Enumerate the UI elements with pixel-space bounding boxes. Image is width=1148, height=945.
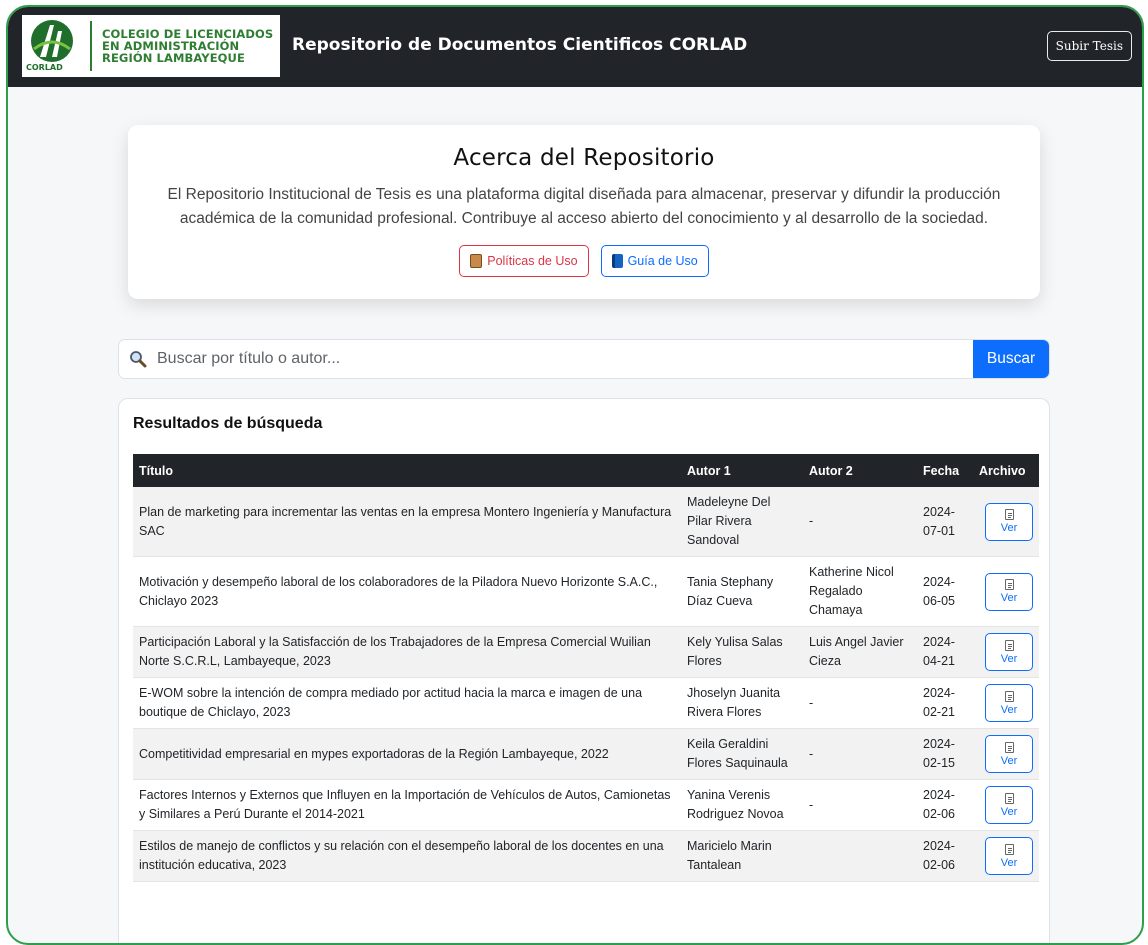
cell-titulo: Estilos de manejo de conflictos y su rel… <box>133 830 681 882</box>
ver-button[interactable]: Ver <box>985 633 1033 671</box>
cell-fecha: 2024-02-06 <box>917 779 973 831</box>
cell-autor-1: Madeleyne Del Pilar Rivera Sandoval <box>681 487 803 557</box>
results-table: Título Autor 1 Autor 2 Fecha Archivo Pla… <box>133 454 1039 882</box>
cell-archivo: Ver <box>973 556 1039 627</box>
about-text: El Repositorio Institucional de Tesis es… <box>167 186 1001 227</box>
cell-archivo: Ver <box>973 830 1039 882</box>
about-title: Acerca del Repositorio <box>453 145 715 171</box>
search-bar: Buscar <box>118 339 1050 379</box>
column-header-autor-1: Autor 1 <box>681 454 803 487</box>
about-card: Acerca del Repositorio El Repositorio In… <box>128 125 1040 299</box>
column-header-titulo: Título <box>133 454 681 487</box>
subir-tesis-button[interactable]: Subir Tesis <box>1046 31 1132 61</box>
buscar-button[interactable]: Buscar <box>973 340 1049 378</box>
ver-label: Ver <box>1000 805 1018 818</box>
ver-label: Ver <box>1000 652 1018 665</box>
document-icon <box>1004 741 1014 753</box>
politicas-de-uso-button[interactable]: Políticas de Uso <box>459 245 589 277</box>
politicas-de-uso-label: Políticas de Uso <box>487 254 578 268</box>
cell-fecha: 2024-07-01 <box>917 487 973 557</box>
cell-autor-1: Keila Geraldini Flores Saquinaula <box>681 728 803 780</box>
table-row: Plan de marketing para incrementar las v… <box>133 487 1039 557</box>
document-icon <box>1004 639 1014 651</box>
table-row: Competitividad empresarial en mypes expo… <box>133 728 1039 780</box>
document-icon <box>1004 792 1014 804</box>
ver-button[interactable]: Ver <box>985 786 1033 824</box>
navbar: CORLAD COLEGIO DE LICENCIADOS EN ADMINIS… <box>8 7 1142 87</box>
cell-fecha: 2024-02-06 <box>917 830 973 882</box>
cell-autor-1: Maricielo Marin Tantalean <box>681 830 803 882</box>
table-row: Estilos de manejo de conflictos y su rel… <box>133 830 1039 882</box>
cell-autor-2: Katherine Nicol Regalado Chamaya <box>803 556 917 627</box>
app-frame: CORLAD COLEGIO DE LICENCIADOS EN ADMINIS… <box>6 5 1144 945</box>
cell-autor-1: Tania Stephany Díaz Cueva <box>681 556 803 627</box>
cell-autor-2: - <box>803 677 917 729</box>
cell-titulo: Motivación y desempeño laboral de los co… <box>133 556 681 627</box>
ver-label: Ver <box>1000 754 1018 767</box>
guia-de-uso-label: Guía de Uso <box>627 254 698 268</box>
cell-titulo: Factores Internos y Externos que Influye… <box>133 779 681 831</box>
logo-divider <box>90 21 92 71</box>
logo-mark-label: CORLAD <box>26 63 63 72</box>
cell-autor-2 <box>803 830 917 882</box>
cell-archivo: Ver <box>973 728 1039 780</box>
table-row: Factores Internos y Externos que Influye… <box>133 779 1039 831</box>
document-icon <box>1004 509 1014 520</box>
ver-button[interactable]: Ver <box>985 502 1033 541</box>
cell-autor-1: Yanina Verenis Rodriguez Novoa <box>681 779 803 831</box>
cell-archivo: Ver <box>973 626 1039 678</box>
document-icon <box>1004 843 1014 855</box>
logo[interactable]: CORLAD COLEGIO DE LICENCIADOS EN ADMINIS… <box>22 15 280 77</box>
ver-button[interactable]: Ver <box>985 837 1033 875</box>
cell-fecha: 2024-02-21 <box>917 677 973 729</box>
ver-label: Ver <box>1000 522 1018 534</box>
results-card: Resultados de búsqueda Título Autor 1 Au… <box>118 398 1050 943</box>
search-icon <box>119 340 157 378</box>
results-tbody: Plan de marketing para incrementar las v… <box>133 487 1039 882</box>
cell-autor-2: - <box>803 487 917 557</box>
table-row: E-WOM sobre la intención de compra media… <box>133 677 1039 729</box>
cell-fecha: 2024-02-15 <box>917 728 973 780</box>
logo-line-3: REGIÓN LAMBAYEQUE <box>102 51 245 65</box>
logo-text: COLEGIO DE LICENCIADOS EN ADMINISTRACIÓN… <box>102 28 273 64</box>
about-buttons: Políticas de Uso Guía de Uso <box>128 245 1040 277</box>
ver-label: Ver <box>1000 703 1018 716</box>
cell-titulo: Competitividad empresarial en mypes expo… <box>133 728 681 780</box>
cell-fecha: 2024-06-05 <box>917 556 973 627</box>
cell-autor-2: Luis Angel Javier Cieza <box>803 626 917 678</box>
cell-archivo: Ver <box>973 487 1039 557</box>
navbar-title[interactable]: Repositorio de Documentos Cientificos CO… <box>292 35 747 55</box>
guia-de-uso-button[interactable]: Guía de Uso <box>600 245 709 277</box>
column-header-fecha: Fecha <box>917 454 973 487</box>
ver-label: Ver <box>1000 592 1018 604</box>
column-header-archivo: Archivo <box>973 454 1039 487</box>
cell-autor-1: Kely Yulisa Salas Flores <box>681 626 803 678</box>
results-title: Resultados de búsqueda <box>133 415 323 432</box>
table-row: Participación Laboral y la Satisfacción … <box>133 626 1039 678</box>
cell-autor-2: - <box>803 779 917 831</box>
table-header-row: Título Autor 1 Autor 2 Fecha Archivo <box>133 454 1039 487</box>
cell-titulo: Participación Laboral y la Satisfacción … <box>133 626 681 678</box>
document-icon <box>1004 690 1014 702</box>
column-header-autor-2: Autor 2 <box>803 454 917 487</box>
ver-button[interactable]: Ver <box>985 572 1033 611</box>
search-input[interactable] <box>157 340 973 378</box>
cell-archivo: Ver <box>973 779 1039 831</box>
document-icon <box>1004 579 1014 590</box>
ver-button[interactable]: Ver <box>985 684 1033 722</box>
cell-archivo: Ver <box>973 677 1039 729</box>
book-icon <box>611 254 623 268</box>
cell-titulo: E-WOM sobre la intención de compra media… <box>133 677 681 729</box>
scroll-icon <box>470 254 483 268</box>
ver-button[interactable]: Ver <box>985 735 1033 773</box>
cell-fecha: 2024-04-21 <box>917 626 973 678</box>
table-row: Motivación y desempeño laboral de los co… <box>133 556 1039 627</box>
ver-label: Ver <box>1000 856 1018 869</box>
cell-autor-2: - <box>803 728 917 780</box>
cell-autor-1: Jhoselyn Juanita Rivera Flores <box>681 677 803 729</box>
cell-titulo: Plan de marketing para incrementar las v… <box>133 487 681 557</box>
corlad-logo-mark: CORLAD <box>22 15 84 77</box>
